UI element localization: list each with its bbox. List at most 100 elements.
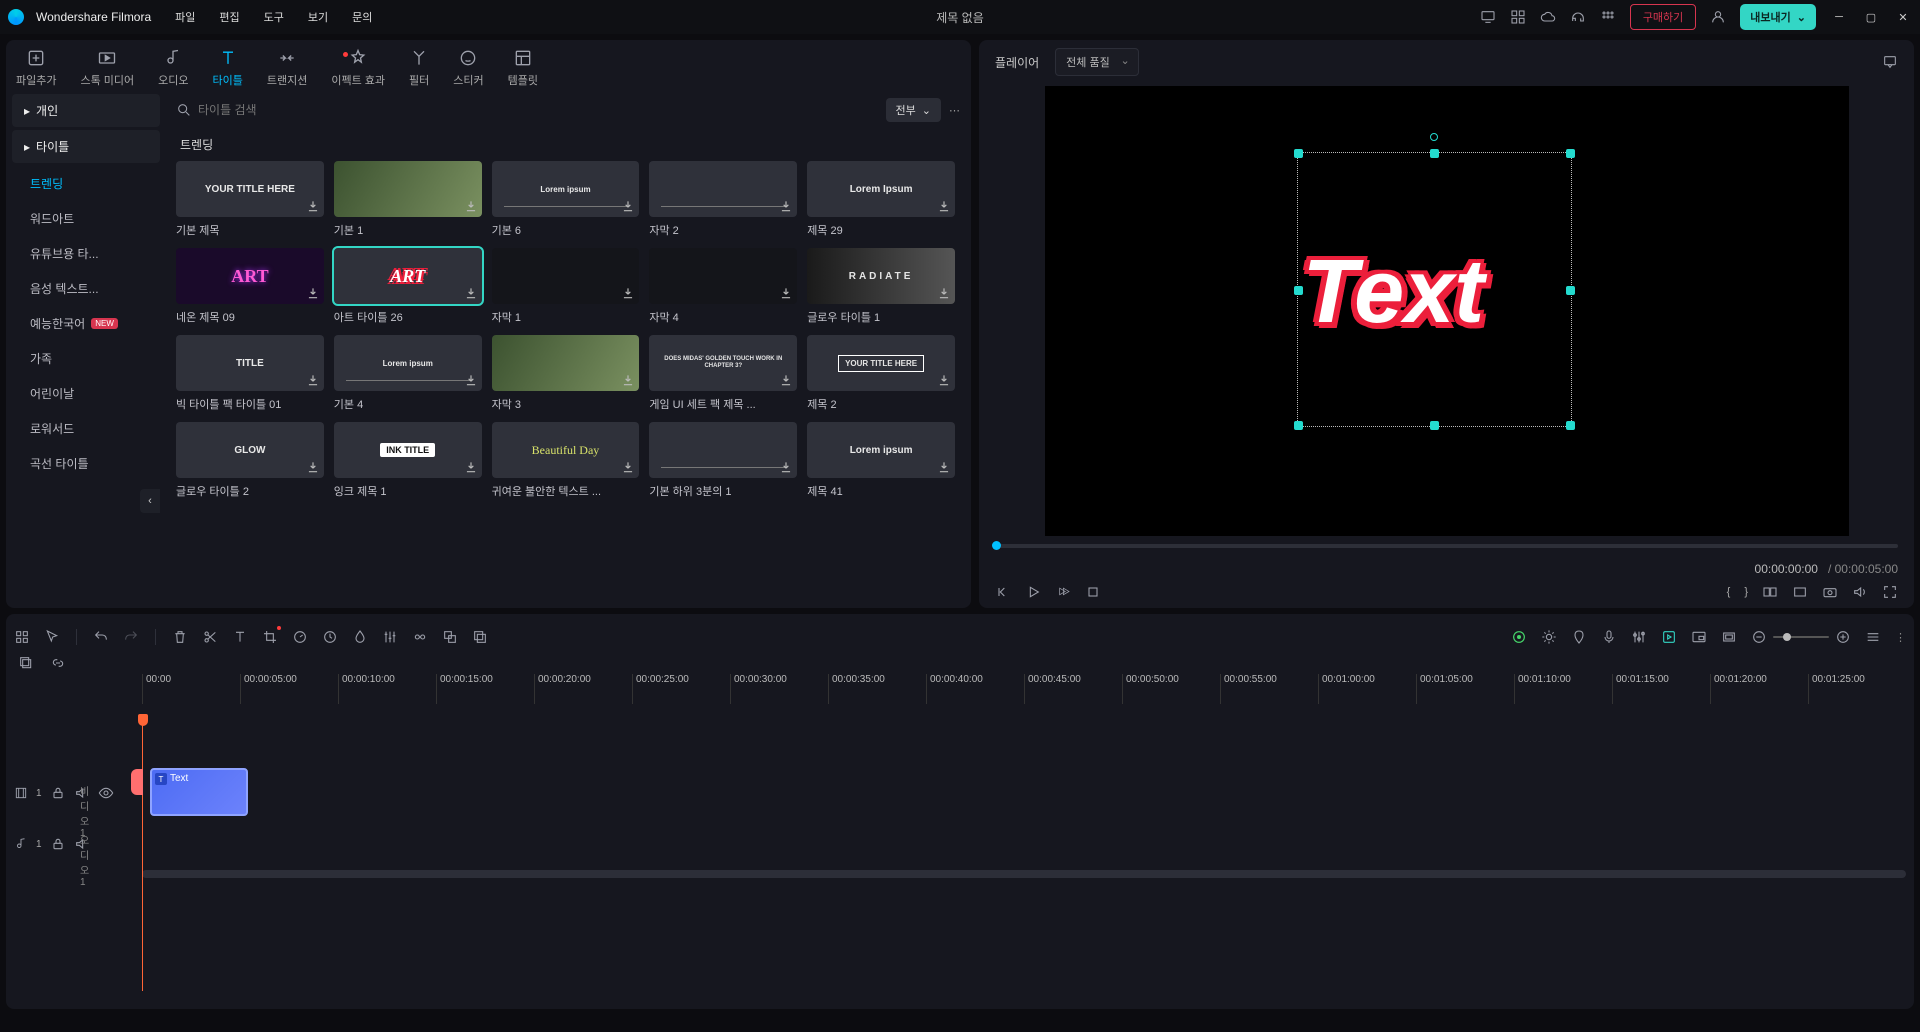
menu-help[interactable]: 문의 (352, 9, 372, 25)
next-frame-button[interactable] (1055, 584, 1071, 600)
mixer-icon[interactable] (1631, 629, 1647, 645)
timeline-more-icon[interactable]: ⋮ (1895, 631, 1906, 644)
snapshot-expand-icon[interactable] (1882, 54, 1898, 70)
tab-stickers[interactable]: 스티커 (453, 48, 483, 88)
selection-box[interactable] (1297, 152, 1572, 427)
apps-icon[interactable] (1600, 9, 1616, 25)
sidebar-item-lowerthird[interactable]: 로워서드 (12, 411, 160, 446)
gallery-more-icon[interactable]: ⋯ (949, 104, 961, 117)
menu-tools[interactable]: 도구 (264, 9, 284, 25)
title-card[interactable]: Lorem ipsum제목 41 (807, 422, 955, 499)
title-card[interactable]: 자막 1 (492, 248, 640, 325)
sidebar-item-childrensday[interactable]: 어린이날 (12, 376, 160, 411)
crop-icon[interactable] (262, 629, 278, 645)
handle-br[interactable] (1566, 421, 1575, 430)
speed-ramp-icon[interactable] (322, 629, 338, 645)
mic-icon[interactable] (1601, 629, 1617, 645)
filter-dropdown[interactable]: 전부⌄ (886, 98, 941, 122)
title-card[interactable]: YOUR TITLE HERE제목 2 (807, 335, 955, 412)
split-icon[interactable] (202, 629, 218, 645)
download-icon[interactable] (779, 286, 793, 300)
video-lane[interactable]: T Text (150, 764, 1906, 822)
card-thumb[interactable]: Lorem ipsum (492, 161, 640, 217)
keyframe-link-icon[interactable] (412, 629, 428, 645)
card-thumb[interactable]: YOUR TITLE HERE (807, 335, 955, 391)
title-card[interactable]: 자막 4 (649, 248, 797, 325)
play-button[interactable] (1025, 584, 1041, 600)
link-tracks-icon[interactable] (50, 655, 66, 671)
timeline-view-icon[interactable] (1865, 629, 1881, 645)
title-card[interactable]: 기본 하위 3분의 1 (649, 422, 797, 499)
title-card[interactable]: 자막 3 (492, 335, 640, 412)
title-card[interactable]: ART아트 타이틀 26 (334, 248, 482, 325)
ruler-tick[interactable]: 00:00:25:00 (632, 674, 730, 704)
card-thumb[interactable] (649, 161, 797, 217)
lock-icon[interactable] (50, 785, 66, 801)
minimize-button[interactable]: ─ (1830, 11, 1848, 23)
download-icon[interactable] (621, 460, 635, 474)
redo-icon[interactable] (123, 629, 139, 645)
zoom-slider[interactable] (1773, 636, 1829, 638)
download-icon[interactable] (464, 460, 478, 474)
title-card[interactable]: Lorem ipsum기본 6 (492, 161, 640, 238)
download-icon[interactable] (937, 286, 951, 300)
mark-in-icon[interactable]: { (1727, 586, 1731, 598)
tab-transitions[interactable]: 트랜지션 (267, 48, 307, 88)
card-thumb[interactable]: INK TITLE (334, 422, 482, 478)
sidebar-item-family[interactable]: 가족 (12, 341, 160, 376)
sidebar-group-titles[interactable]: ▸타이틀 (12, 130, 160, 163)
marker-icon[interactable] (1571, 629, 1587, 645)
title-card[interactable]: TITLE빅 타이틀 팩 타이틀 01 (176, 335, 324, 412)
snapshot-icon[interactable] (1822, 584, 1838, 600)
card-thumb[interactable]: ART (334, 248, 482, 304)
card-thumb[interactable] (649, 248, 797, 304)
sidebar-item-youtube[interactable]: 유튜브용 타... (12, 236, 160, 271)
rotate-handle[interactable] (1430, 133, 1438, 141)
download-icon[interactable] (779, 373, 793, 387)
title-card[interactable]: Beautiful Day귀여운 불안한 텍스트 ... (492, 422, 640, 499)
tab-import[interactable]: 파일추가 (16, 48, 56, 88)
card-thumb[interactable] (649, 422, 797, 478)
export-button[interactable]: 내보내기⌄ (1740, 4, 1816, 30)
ruler-tick[interactable]: 00:00:50:00 (1122, 674, 1220, 704)
delete-icon[interactable] (172, 629, 188, 645)
speed-dial-icon[interactable] (292, 629, 308, 645)
ruler-tick[interactable]: 00:00 (142, 674, 240, 704)
download-icon[interactable] (306, 199, 320, 213)
tool-grid-icon[interactable] (14, 629, 30, 645)
tab-titles[interactable]: 타이틀 (213, 48, 243, 88)
download-icon[interactable] (464, 373, 478, 387)
card-thumb[interactable]: Lorem ipsum (334, 335, 482, 391)
title-card[interactable]: GLOW글로우 타이틀 2 (176, 422, 324, 499)
download-icon[interactable] (937, 373, 951, 387)
safezone-icon[interactable] (1721, 629, 1737, 645)
ruler-tick[interactable]: 00:00:40:00 (926, 674, 1024, 704)
download-icon[interactable] (306, 286, 320, 300)
download-icon[interactable] (306, 460, 320, 474)
title-card[interactable]: RADIATE글로우 타이틀 1 (807, 248, 955, 325)
ruler-tick[interactable]: 00:00:35:00 (828, 674, 926, 704)
aspect-icon[interactable] (1792, 584, 1808, 600)
audio-lock-icon[interactable] (50, 836, 66, 852)
stop-button[interactable] (1085, 584, 1101, 600)
card-thumb[interactable]: TITLE (176, 335, 324, 391)
timeline-hscroll[interactable] (142, 870, 1906, 878)
card-thumb[interactable]: YOUR TITLE HERE (176, 161, 324, 217)
compare-icon[interactable] (1762, 584, 1778, 600)
download-icon[interactable] (621, 373, 635, 387)
card-thumb[interactable] (492, 335, 640, 391)
ruler-tick[interactable]: 00:00:05:00 (240, 674, 338, 704)
sidebar-item-wordart[interactable]: 워드아트 (12, 201, 160, 236)
ruler-tick[interactable]: 00:01:10:00 (1514, 674, 1612, 704)
mark-out-icon[interactable]: } (1744, 586, 1748, 598)
timeline-ruler[interactable]: 00:0000:00:05:0000:00:10:0000:00:15:0000… (142, 674, 1906, 704)
quality-dropdown[interactable]: 전체 품질 (1055, 48, 1139, 76)
handle-lm[interactable] (1294, 286, 1303, 295)
handle-rm[interactable] (1566, 286, 1575, 295)
title-card[interactable]: DOES MIDAS' GOLDEN TOUCH WORK IN CHAPTER… (649, 335, 797, 412)
title-card[interactable]: 자막 2 (649, 161, 797, 238)
tab-templates[interactable]: 템플릿 (508, 48, 538, 88)
ruler-tick[interactable]: 00:00:10:00 (338, 674, 436, 704)
download-icon[interactable] (937, 460, 951, 474)
zoom-out-icon[interactable] (1751, 629, 1767, 645)
